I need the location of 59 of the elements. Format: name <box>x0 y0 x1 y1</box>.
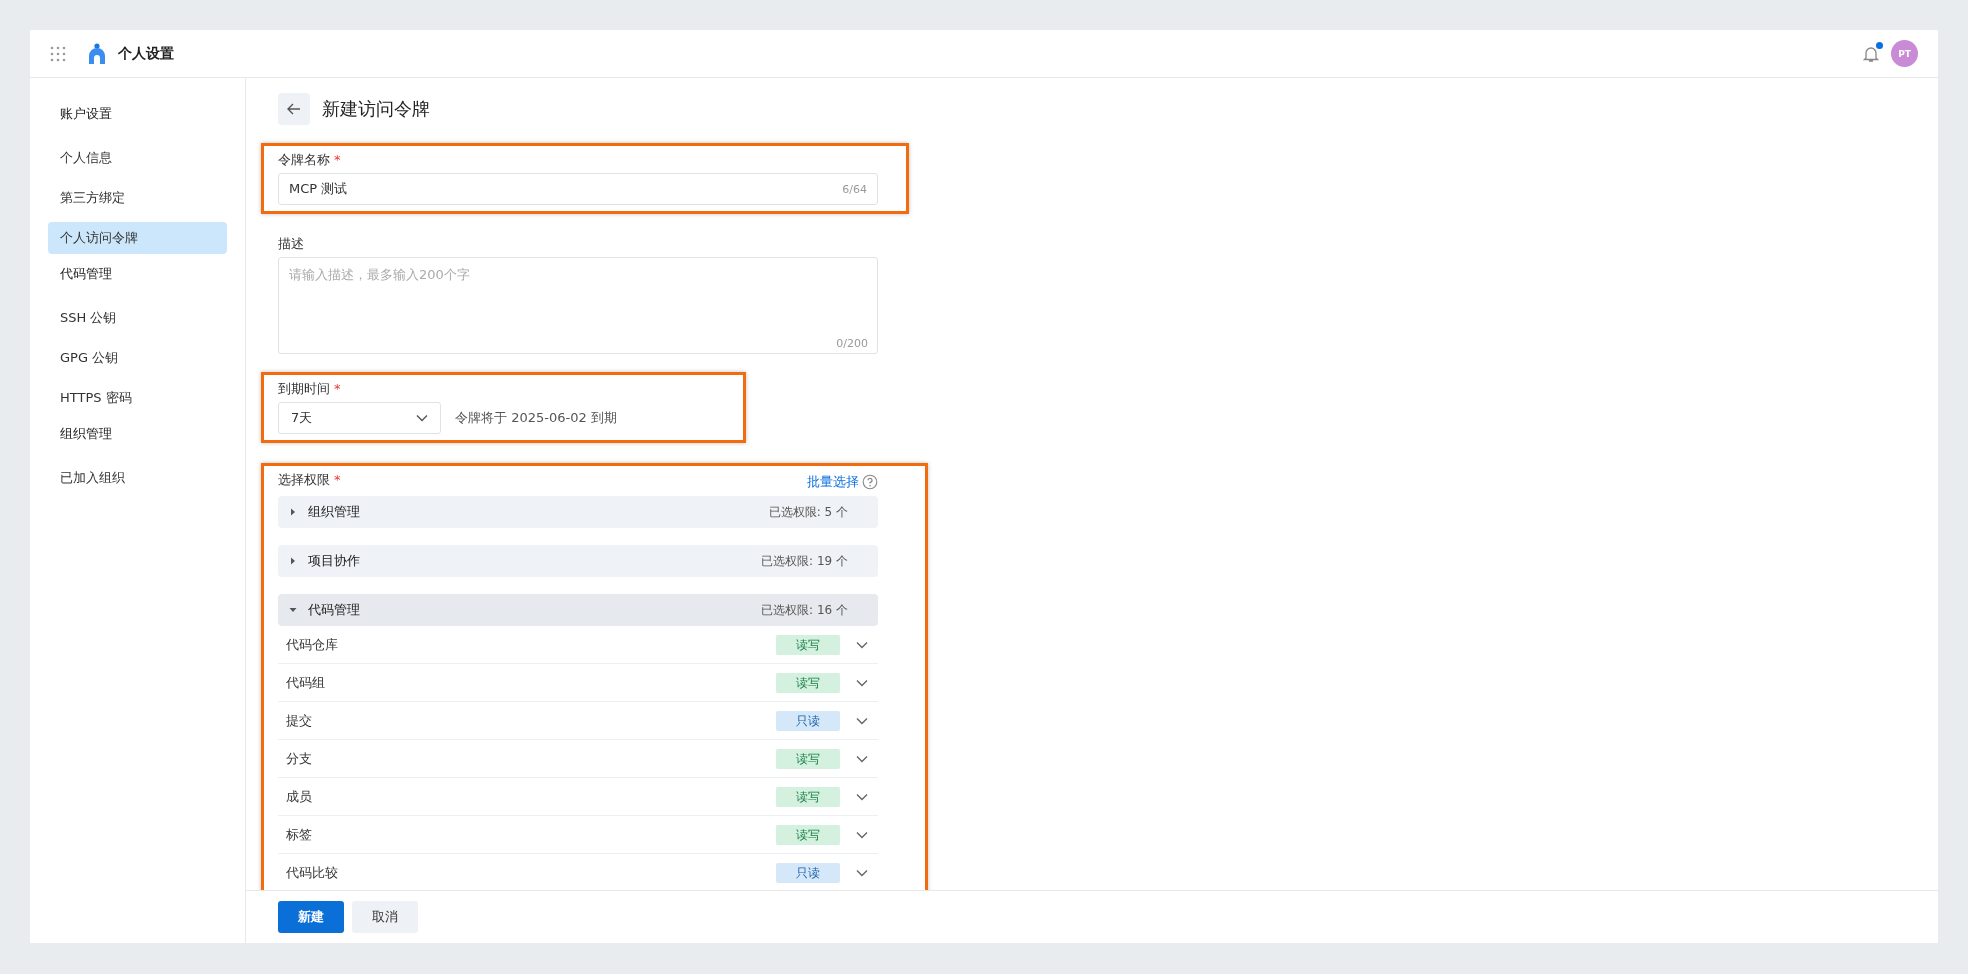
chevron-down-icon[interactable] <box>856 754 868 763</box>
expiry-hint: 令牌将于 2025-06-02 到期 <box>455 409 617 427</box>
name-input-field[interactable]: MCP 测试 6/64 <box>278 173 878 205</box>
back-arrow-icon <box>287 103 301 115</box>
char-counter: 6/64 <box>842 182 867 196</box>
required-asterisk: * <box>334 152 341 167</box>
create-button[interactable]: 新建 <box>278 901 344 933</box>
access-tag: 读写 <box>776 748 840 769</box>
permission-name: 代码仓库 <box>286 635 339 654</box>
sidebar-heading: 代码管理 <box>59 265 113 283</box>
sidebar-item[interactable]: 第三方绑定 <box>48 182 227 214</box>
chevron-down-icon[interactable] <box>856 792 868 801</box>
permission-name: 标签 <box>286 825 313 844</box>
field-label: 令牌名称 <box>278 152 330 167</box>
help-icon[interactable] <box>862 473 878 490</box>
access-tag: 读写 <box>776 634 840 655</box>
access-tag: 读写 <box>776 786 840 807</box>
sidebar-heading: 账户设置 <box>59 105 113 123</box>
access-tag: 读写 <box>776 672 840 693</box>
field-label: 选择权限 <box>278 472 330 487</box>
chevron-down-icon[interactable] <box>856 678 868 687</box>
permission-group-header[interactable]: 代码管理 已选权限: 16 个 <box>278 594 878 626</box>
back-button[interactable] <box>278 93 310 125</box>
access-tag: 读写 <box>776 824 840 845</box>
page-title: 新建访问令牌 <box>322 97 430 121</box>
app-title: 个人设置 <box>118 44 174 63</box>
cancel-button[interactable]: 取消 <box>352 901 418 933</box>
chevron-down-icon[interactable] <box>856 830 868 839</box>
notification-bell-icon[interactable] <box>1863 44 1879 63</box>
sidebar-item[interactable]: 个人信息 <box>48 142 227 174</box>
chevron-down-icon[interactable] <box>856 716 868 725</box>
batch-select-link[interactable]: 批量选择 <box>807 472 859 491</box>
app-grid-icon[interactable] <box>50 45 66 62</box>
required-asterisk: * <box>334 381 341 396</box>
permission-group-header[interactable]: 组织管理 已选权限: 5 个 <box>278 496 878 528</box>
sidebar-item[interactable]: GPG 公钥 <box>48 342 227 374</box>
chevron-down-icon <box>416 414 428 422</box>
permission-name: 提交 <box>286 711 313 730</box>
required-asterisk: * <box>334 472 341 487</box>
chevron-down-icon[interactable] <box>856 640 868 649</box>
access-tag: 只读 <box>776 710 840 731</box>
permission-name: 代码组 <box>286 673 326 692</box>
permission-name: 代码比较 <box>286 863 339 882</box>
chevron-down-icon[interactable] <box>856 868 868 877</box>
field-label: 到期时间 <box>278 381 330 396</box>
sidebar-item[interactable]: 个人访问令牌 <box>48 222 227 254</box>
field-label: 描述 <box>278 236 304 251</box>
char-counter: 0/200 <box>836 337 868 350</box>
sidebar-item[interactable]: SSH 公钥 <box>48 302 227 334</box>
logo-icon <box>88 42 106 65</box>
expiry-select[interactable]: 7天 <box>278 402 441 434</box>
permission-name: 分支 <box>286 749 313 768</box>
sidebar-heading: 组织管理 <box>59 425 113 443</box>
access-tag: 只读 <box>776 862 840 883</box>
permission-group-header[interactable]: 项目协作 已选权限: 19 个 <box>278 545 878 577</box>
permission-name: 成员 <box>286 787 313 806</box>
sidebar-item[interactable]: HTTPS 密码 <box>48 382 227 414</box>
sidebar-item[interactable]: 已加入组织 <box>48 462 227 494</box>
input-value: MCP 测试 <box>289 180 349 198</box>
